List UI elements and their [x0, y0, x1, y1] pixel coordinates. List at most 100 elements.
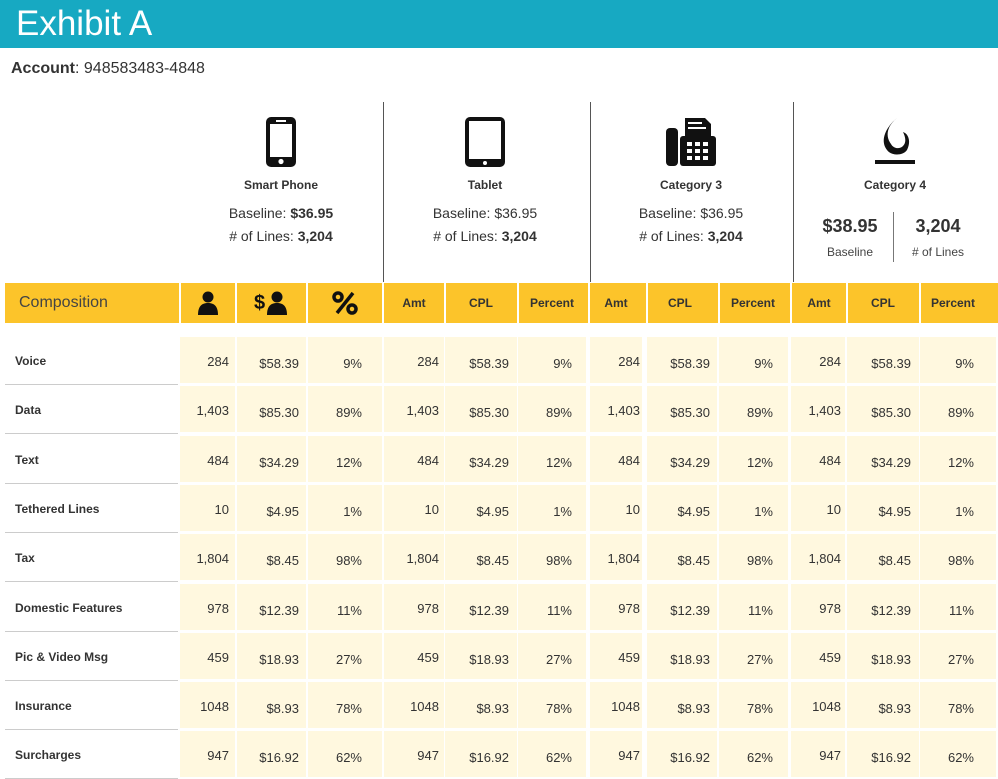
category-name: Category 3: [659, 178, 723, 192]
cell-amt: 484: [618, 453, 640, 468]
fax-machine-icon: [665, 116, 717, 171]
cell-pct: 62%: [947, 750, 974, 765]
cell-amt: 10: [214, 502, 229, 517]
page-title: Exhibit A: [16, 4, 153, 43]
cell-amt: 1,403: [406, 403, 439, 418]
col-cpl: CPL: [871, 296, 895, 310]
cell-cpl: $8.45: [878, 553, 911, 568]
col-percent: Percent: [529, 296, 575, 310]
smartphone-icon: [265, 116, 297, 171]
cell-amt: 1,804: [607, 551, 640, 566]
cell-amt: 459: [819, 650, 841, 665]
header-separator: [306, 283, 308, 323]
cell-amt: 284: [417, 354, 439, 369]
cell-amt: 1,804: [406, 551, 439, 566]
cell-amt: 947: [618, 748, 640, 763]
cell-cpl: $8.45: [677, 553, 710, 568]
cell-cpl: $8.93: [878, 701, 911, 716]
category-name: Smart Phone: [243, 178, 318, 192]
cell-pct: 62%: [746, 750, 773, 765]
row-label: Text: [5, 436, 178, 484]
cell-pct: 12%: [335, 455, 362, 470]
category-4-lines: 3,204 # of Lines: [911, 216, 965, 259]
row-label: Domestic Features: [5, 584, 178, 632]
cell-cpl: $16.92: [469, 750, 509, 765]
cell-pct: 1%: [553, 504, 572, 519]
account-line: Account: 948583483-4848: [11, 60, 205, 78]
cell-amt: 284: [819, 354, 841, 369]
cell-pct: 11%: [747, 603, 773, 618]
cell-pct: 1%: [754, 504, 773, 519]
cell-cpl: $12.39: [670, 603, 710, 618]
row-label: Pic & Video Msg: [5, 633, 178, 681]
cell-pct: 78%: [746, 701, 773, 716]
cell-cpl: $58.39: [871, 356, 911, 371]
cell-pct: 11%: [336, 603, 362, 618]
cell-pct: 89%: [545, 405, 572, 420]
cell-pct: 27%: [335, 652, 362, 667]
cell-amt: 978: [417, 601, 439, 616]
cell-cpl: $18.93: [469, 652, 509, 667]
category-lines: # of Lines: 3,204: [229, 228, 333, 244]
category-baseline: Baseline: $36.95: [638, 205, 744, 221]
cell-pct: 62%: [335, 750, 362, 765]
svg-text:$: $: [254, 292, 265, 314]
cell-amt: 10: [424, 502, 439, 517]
cell-cpl: $85.30: [259, 405, 299, 420]
col-percent: Percent: [730, 296, 776, 310]
category-smart-phone: Smart Phone Baseline: $36.95 # of Lines:…: [180, 110, 382, 280]
category-baseline: Baseline: $36.95: [432, 205, 538, 221]
header-separator: [382, 283, 384, 323]
cell-pct: 98%: [545, 553, 572, 568]
cell-amt: 947: [819, 748, 841, 763]
cell-amt: 284: [618, 354, 640, 369]
cell-pct: 98%: [335, 553, 362, 568]
cell-cpl: $8.45: [476, 553, 509, 568]
cell-pct: 11%: [546, 603, 572, 618]
cell-amt: 1048: [410, 699, 439, 714]
category-lines: # of Lines: 3,204: [433, 228, 537, 244]
cell-cpl: $34.29: [259, 455, 299, 470]
cell-amt: 978: [819, 601, 841, 616]
cell-pct: 78%: [335, 701, 362, 716]
cell-pct: 98%: [947, 553, 974, 568]
cell-cpl: $8.93: [266, 701, 299, 716]
cell-amt: 978: [207, 601, 229, 616]
row-label: Tax: [5, 534, 178, 582]
col-cpl: CPL: [469, 296, 493, 310]
cell-cpl: $58.39: [469, 356, 509, 371]
header-separator: [646, 283, 648, 323]
cell-pct: 12%: [746, 455, 773, 470]
cell-amt: 1048: [611, 699, 640, 714]
category-3: Category 3 Baseline: $36.95 # of Lines: …: [590, 110, 792, 280]
cell-amt: 484: [417, 453, 439, 468]
cell-amt: 978: [618, 601, 640, 616]
cell-amt: 1048: [200, 699, 229, 714]
cell-amt: 1048: [812, 699, 841, 714]
cell-cpl: $85.30: [871, 405, 911, 420]
cell-cpl: $16.92: [871, 750, 911, 765]
row-label: Tethered Lines: [5, 485, 178, 533]
cell-pct: 62%: [545, 750, 572, 765]
cell-cpl: $18.93: [259, 652, 299, 667]
cell-cpl: $12.39: [259, 603, 299, 618]
cell-cpl: $8.93: [677, 701, 710, 716]
cell-amt: 459: [417, 650, 439, 665]
cell-cpl: $34.29: [871, 455, 911, 470]
header-separator: [235, 283, 237, 323]
header-separator: [179, 283, 181, 323]
cell-cpl: $58.39: [259, 356, 299, 371]
cell-amt: 459: [207, 650, 229, 665]
dollar-user-icon: $: [237, 283, 307, 323]
cell-amt: 459: [618, 650, 640, 665]
cell-pct: 98%: [746, 553, 773, 568]
percent-icon: [308, 283, 382, 323]
header-separator: [790, 283, 792, 323]
cell-cpl: $85.30: [469, 405, 509, 420]
category-name: Category 4: [863, 178, 927, 192]
cell-cpl: $12.39: [871, 603, 911, 618]
cell-amt: 1,403: [808, 403, 841, 418]
cell-pct: 12%: [545, 455, 572, 470]
header-separator: [846, 283, 848, 323]
cell-pct: 89%: [947, 405, 974, 420]
